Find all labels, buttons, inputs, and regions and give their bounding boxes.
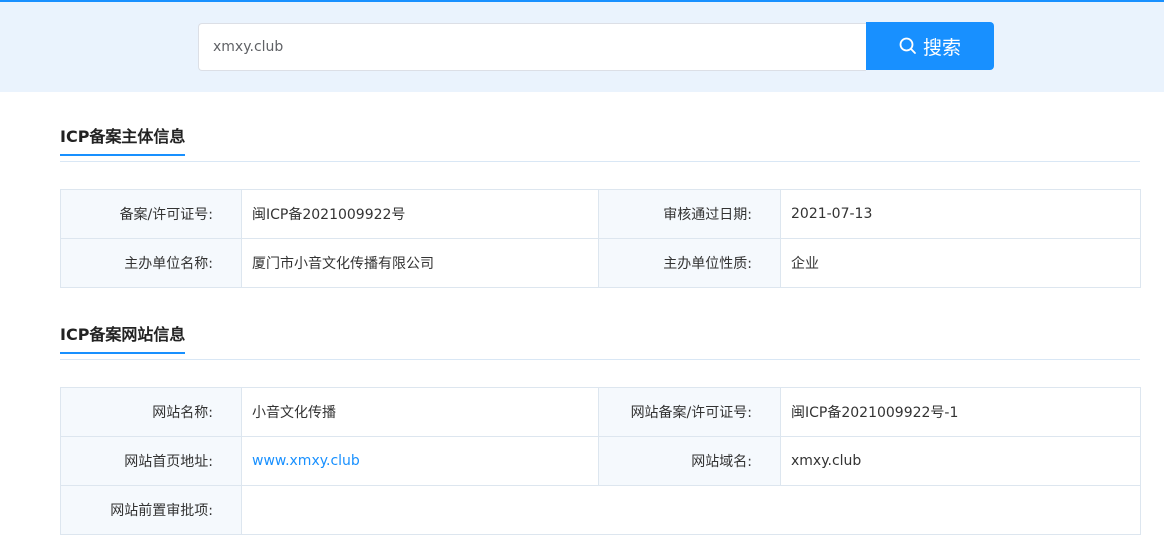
organizer-type-value: 企业 [780,238,1141,288]
approval-date-value: 2021-07-13 [780,189,1141,239]
website-info-table: 网站名称: 小音文化传播 网站备案/许可证号: 闽ICP备2021009922号… [60,387,1141,535]
preapproval-label: 网站前置审批项: [60,485,242,535]
website-section-title: ICP备案网站信息 [60,323,186,354]
table-row: 网站前置审批项: [60,485,1141,535]
homepage-cell: www.xmxy.club [241,436,599,486]
search-input[interactable] [198,23,866,71]
site-license-label: 网站备案/许可证号: [598,387,781,437]
site-name-value: 小音文化传播 [241,387,599,437]
license-value: 闽ICP备2021009922号 [241,189,599,239]
approval-date-label: 审核通过日期: [598,189,781,239]
search-icon [899,37,916,54]
table-row: 网站首页地址: www.xmxy.club 网站域名: xmxy.club [60,436,1141,486]
table-row: 备案/许可证号: 闽ICP备2021009922号 审核通过日期: 2021-0… [60,189,1141,239]
homepage-link[interactable]: www.xmxy.club [252,453,360,469]
site-name-label: 网站名称: [60,387,242,437]
homepage-label: 网站首页地址: [60,436,242,486]
search-button[interactable]: 搜索 [866,22,994,70]
organizer-type-label: 主办单位性质: [598,238,781,288]
license-label: 备案/许可证号: [60,189,242,239]
search-button-label: 搜索 [922,36,961,59]
website-section-divider [60,359,1140,360]
site-license-value: 闽ICP备2021009922号-1 [780,387,1141,437]
entity-section-title: ICP备案主体信息 [60,125,186,156]
organizer-value: 厦门市小音文化传播有限公司 [241,238,599,288]
domain-value: xmxy.club [780,436,1141,486]
entity-section-divider [60,161,1140,162]
table-row: 主办单位名称: 厦门市小音文化传播有限公司 主办单位性质: 企业 [60,238,1141,288]
top-accent-line [0,0,1164,2]
domain-label: 网站域名: [598,436,781,486]
preapproval-value [241,485,1141,535]
entity-info-table: 备案/许可证号: 闽ICP备2021009922号 审核通过日期: 2021-0… [60,189,1141,288]
organizer-label: 主办单位名称: [60,238,242,288]
table-row: 网站名称: 小音文化传播 网站备案/许可证号: 闽ICP备2021009922号… [60,387,1141,437]
